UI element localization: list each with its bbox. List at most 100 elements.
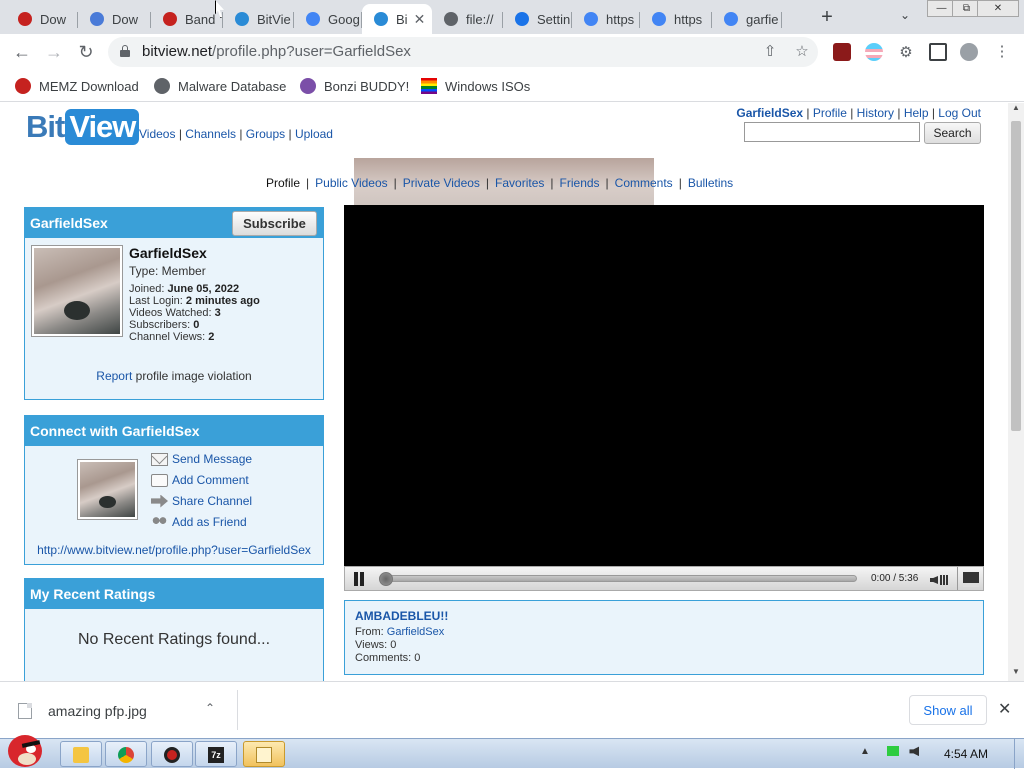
- bookmark-malware-db[interactable]: Malware Database: [154, 76, 286, 96]
- subnav-comments[interactable]: Comments: [615, 176, 673, 190]
- browser-tab[interactable]: BitVie: [223, 4, 294, 34]
- subnav-friends[interactable]: Friends: [560, 176, 600, 190]
- nav-upload[interactable]: Upload: [295, 127, 333, 141]
- back-arrow-icon[interactable]: ←: [10, 40, 34, 64]
- subnav-bulletins[interactable]: Bulletins: [688, 176, 733, 190]
- taskbar-recorder[interactable]: [151, 741, 193, 767]
- connect-avatar[interactable]: [77, 459, 138, 520]
- rainbow-flag-icon: [421, 78, 437, 94]
- subscribe-button[interactable]: Subscribe: [232, 211, 317, 236]
- download-item[interactable]: amazing pfp.jpg: [18, 701, 147, 721]
- profile-avatar-icon[interactable]: [960, 43, 978, 61]
- bookmark-star-icon[interactable]: ☆: [792, 42, 812, 62]
- bookmark-bonzi[interactable]: Bonzi BUDDY!: [300, 76, 409, 96]
- nav-channels[interactable]: Channels: [185, 127, 236, 141]
- seek-bar[interactable]: [379, 575, 857, 582]
- help-link[interactable]: Help: [904, 106, 929, 120]
- ublock-icon[interactable]: [833, 43, 851, 61]
- nav-groups[interactable]: Groups: [246, 127, 285, 141]
- close-window-button[interactable]: ✕: [977, 0, 1019, 17]
- tab-label: file://: [466, 11, 494, 27]
- taskbar-7zip[interactable]: 7z: [195, 741, 237, 767]
- extensions-puzzle-icon[interactable]: ⚙: [896, 43, 916, 63]
- add-friend-action[interactable]: Add as Friend: [151, 514, 247, 530]
- download-chevron-icon[interactable]: ⌃: [205, 701, 215, 715]
- browser-tab[interactable]: garfie: [712, 4, 782, 34]
- record-icon: [163, 12, 177, 26]
- taskbar-chrome[interactable]: [105, 741, 147, 767]
- profile-avatar[interactable]: [31, 245, 123, 337]
- report-link[interactable]: Report: [96, 369, 132, 383]
- taskbar-active-window[interactable]: [243, 741, 285, 767]
- bitview-logo[interactable]: Bit View: [26, 108, 140, 146]
- browser-tab[interactable]: https: [572, 4, 640, 34]
- nav-videos[interactable]: Videos: [139, 127, 175, 141]
- show-desktop-button[interactable]: [1014, 739, 1024, 769]
- tab-search-chevron-icon[interactable]: ⌄: [895, 8, 915, 26]
- share-channel-action[interactable]: Share Channel: [151, 493, 252, 509]
- seek-knob[interactable]: [379, 572, 393, 586]
- subnav-private-videos[interactable]: Private Videos: [403, 176, 480, 190]
- scroll-down-icon[interactable]: ▼: [1008, 667, 1024, 681]
- browser-tab[interactable]: Bi ✕: [362, 4, 432, 34]
- extension-flag-icon[interactable]: [865, 43, 883, 61]
- close-download-bar-icon[interactable]: ✕: [998, 699, 1011, 719]
- browser-tab[interactable]: Settin: [503, 4, 572, 34]
- page-scrollbar[interactable]: ▲ ▼: [1008, 103, 1024, 681]
- battery-icon[interactable]: [886, 746, 899, 757]
- scroll-thumb[interactable]: [1011, 121, 1021, 431]
- report-line: Report profile image violation: [96, 369, 252, 383]
- no-ratings-text: No Recent Ratings found...: [77, 631, 271, 648]
- lock-icon[interactable]: [120, 45, 130, 57]
- download-filename[interactable]: amazing pfp.jpg: [48, 703, 147, 719]
- reload-icon[interactable]: ↻: [74, 40, 98, 64]
- profile-box: GarfieldSex Subscribe GarfieldSex Type: …: [24, 207, 324, 400]
- side-panel-icon[interactable]: [929, 43, 947, 61]
- profile-channel-views: Channel Views: 2: [129, 331, 215, 343]
- system-tray: ▲: [860, 746, 920, 757]
- subnav-profile[interactable]: Profile: [266, 176, 300, 190]
- globe-icon: [154, 78, 170, 94]
- browser-tab[interactable]: Dow: [6, 4, 78, 34]
- bookmark-windows-isos[interactable]: Windows ISOs: [421, 76, 530, 96]
- record-icon: [164, 747, 180, 763]
- browser-tab[interactable]: Band: [151, 4, 223, 34]
- new-tab-button[interactable]: +: [814, 6, 840, 30]
- start-button-angry-bird-icon[interactable]: [4, 729, 48, 769]
- site-search-button[interactable]: Search: [924, 122, 981, 144]
- video-title[interactable]: AMBADEBLEU!!: [355, 609, 973, 624]
- subnav-favorites[interactable]: Favorites: [495, 176, 544, 190]
- profile-url[interactable]: http://www.bitview.net/profile.php?user=…: [25, 543, 323, 557]
- show-all-button[interactable]: Show all: [909, 695, 987, 725]
- browser-tab[interactable]: file://: [432, 4, 503, 34]
- video-from-link[interactable]: GarfieldSex: [387, 626, 444, 638]
- username-link[interactable]: GarfieldSex: [736, 106, 803, 120]
- taskbar-clock[interactable]: 4:54 AM: [944, 747, 988, 761]
- bookmark-memz[interactable]: MEMZ Download: [15, 76, 139, 96]
- browser-tab[interactable]: Goog: [294, 4, 362, 34]
- volume-tray-icon[interactable]: [909, 746, 920, 757]
- scroll-up-icon[interactable]: ▲: [1008, 103, 1024, 117]
- fullscreen-icon[interactable]: [957, 567, 983, 590]
- logout-link[interactable]: Log Out: [938, 106, 981, 120]
- site-search-input[interactable]: [744, 122, 920, 142]
- volume-icon[interactable]: [930, 573, 950, 586]
- share-icon[interactable]: ⇧: [760, 42, 780, 62]
- menu-kebab-icon[interactable]: ⋮: [992, 42, 1012, 62]
- pause-icon[interactable]: [353, 572, 365, 586]
- video-player[interactable]: [344, 205, 984, 566]
- taskbar-explorer[interactable]: [60, 741, 102, 767]
- history-link[interactable]: History: [857, 106, 894, 120]
- url-text[interactable]: bitview.net/profile.php?user=GarfieldSex: [142, 43, 411, 60]
- address-bar[interactable]: bitview.net/profile.php?user=GarfieldSex…: [108, 37, 818, 67]
- send-message-action[interactable]: Send Message: [151, 451, 252, 467]
- browser-tab[interactable]: Dow: [78, 4, 151, 34]
- close-tab-icon[interactable]: ✕: [414, 11, 426, 28]
- add-comment-action[interactable]: Add Comment: [151, 472, 249, 488]
- video-from: From: GarfieldSex: [355, 626, 445, 638]
- subnav-public-videos[interactable]: Public Videos: [315, 176, 388, 190]
- profile-link[interactable]: Profile: [813, 106, 847, 120]
- browser-tab[interactable]: https: [640, 4, 712, 34]
- forward-arrow-icon[interactable]: →: [42, 40, 66, 64]
- tray-arrow-icon[interactable]: ▲: [860, 746, 870, 757]
